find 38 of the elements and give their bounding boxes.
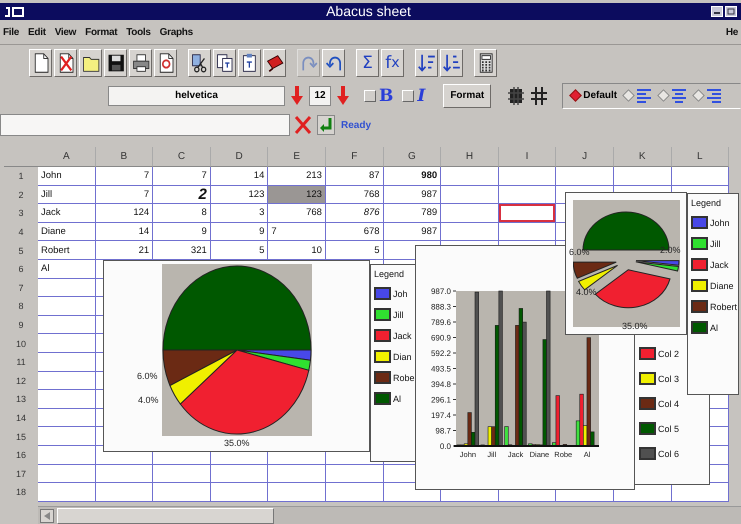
axis-tick-label: 690.9: [430, 334, 451, 342]
percent-label: 35.0%: [224, 438, 250, 448]
legend-label: Col 5: [658, 424, 680, 434]
legend-label: Col 6: [658, 448, 680, 458]
legend-label: Dian: [393, 352, 412, 362]
axis-tick-label: 197.4: [430, 411, 451, 420]
axis-tick-label: 987.0: [430, 287, 451, 296]
legend-label: Jack: [393, 330, 412, 340]
legend-label: Al: [393, 394, 402, 404]
legend-label: Joh: [393, 288, 408, 298]
legend-label: Jack: [710, 260, 729, 270]
legend-label: Robe: [393, 372, 415, 382]
legend-label: Col 3: [658, 374, 680, 384]
window-title: Abacus sheet: [325, 3, 412, 20]
axis-tick-label: 296.1: [430, 396, 451, 404]
percent-label: 6.0%: [137, 371, 158, 381]
legend-label: Col 4: [658, 398, 680, 408]
axis-tick-label: 98.7: [435, 426, 451, 436]
axis-tick-label: 789.6: [430, 318, 451, 327]
legend-label: Al: [710, 322, 718, 332]
percent-label: 35.0%: [622, 321, 648, 331]
legend-title: Legend: [374, 269, 406, 279]
legend-title: Legend: [691, 198, 722, 208]
legend-label: Diane: [710, 280, 734, 290]
percent-label: 6.0%: [569, 247, 590, 257]
percent-label: 4.0%: [576, 287, 597, 297]
legend-label: Col 2: [658, 348, 680, 358]
axis-tick-label: 394.8: [430, 380, 451, 389]
legend-label: Robert: [710, 302, 738, 312]
status-text: Ready: [341, 120, 372, 130]
legend-label: John: [710, 218, 730, 228]
axis-tick-label: 592.2: [430, 349, 451, 358]
axis-tick-label: 0.0: [440, 442, 451, 451]
legend-label: Jill: [393, 310, 404, 320]
axis-tick-label: 888.3: [430, 302, 451, 312]
percent-label: 4.0%: [138, 395, 159, 405]
axis-tick-label: 493.5: [430, 364, 451, 374]
legend-label: Jill: [710, 238, 720, 248]
